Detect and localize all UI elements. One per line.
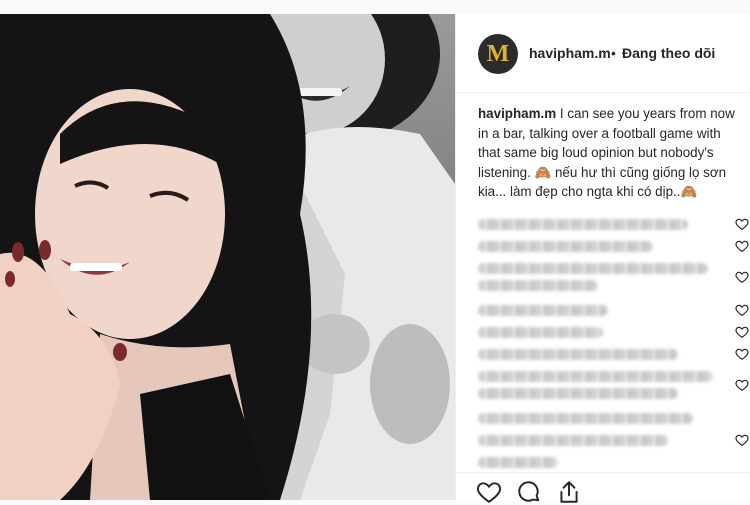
heart-icon[interactable]	[735, 347, 749, 361]
heart-icon[interactable]	[476, 479, 502, 505]
blurred-comment	[478, 413, 693, 424]
list-item	[478, 366, 749, 408]
heart-icon[interactable]	[735, 217, 749, 231]
blurred-comment	[478, 305, 608, 316]
comment-icon[interactable]	[516, 479, 542, 505]
header-username-link[interactable]: havipham.m	[529, 45, 611, 61]
avatar-logo-letter: M	[486, 41, 510, 67]
list-item	[478, 236, 749, 258]
blurred-comment	[478, 457, 558, 468]
heart-icon[interactable]	[735, 378, 749, 392]
post-image	[0, 14, 455, 500]
share-icon[interactable]	[556, 479, 582, 505]
post-caption: havipham.m I can see you years from now …	[478, 104, 740, 202]
list-item	[478, 430, 749, 452]
caption-username-link[interactable]: havipham.m	[478, 106, 556, 121]
blurred-comment	[478, 280, 598, 291]
list-item	[478, 258, 749, 300]
blurred-comment	[478, 327, 603, 338]
list-item	[478, 344, 749, 366]
list-item	[478, 452, 748, 474]
list-item	[478, 300, 749, 322]
blurred-comment	[478, 435, 668, 446]
heart-icon[interactable]	[735, 433, 749, 447]
heart-icon[interactable]	[735, 270, 749, 284]
heart-icon[interactable]	[735, 303, 749, 317]
blurred-comment	[478, 219, 688, 230]
post-details-panel: M havipham.m • Đang theo dõi havipham.m …	[455, 14, 750, 503]
avatar[interactable]: M	[478, 34, 518, 74]
list-item	[478, 322, 749, 344]
blurred-comment	[478, 371, 713, 382]
heart-icon[interactable]	[735, 325, 749, 339]
list-item	[478, 214, 749, 236]
blurred-comment	[478, 349, 678, 360]
action-bar	[456, 472, 750, 503]
post-photo[interactable]	[0, 14, 455, 500]
header-separator-dot: •	[611, 45, 616, 61]
follow-status-button[interactable]: Đang theo dõi	[622, 45, 715, 61]
heart-icon[interactable]	[735, 239, 749, 253]
blurred-comment	[478, 388, 678, 399]
comments-list	[478, 214, 749, 474]
post-header: M havipham.m • Đang theo dõi	[456, 14, 750, 93]
blurred-comment	[478, 241, 653, 252]
blurred-comment	[478, 263, 708, 274]
list-item	[478, 408, 748, 430]
